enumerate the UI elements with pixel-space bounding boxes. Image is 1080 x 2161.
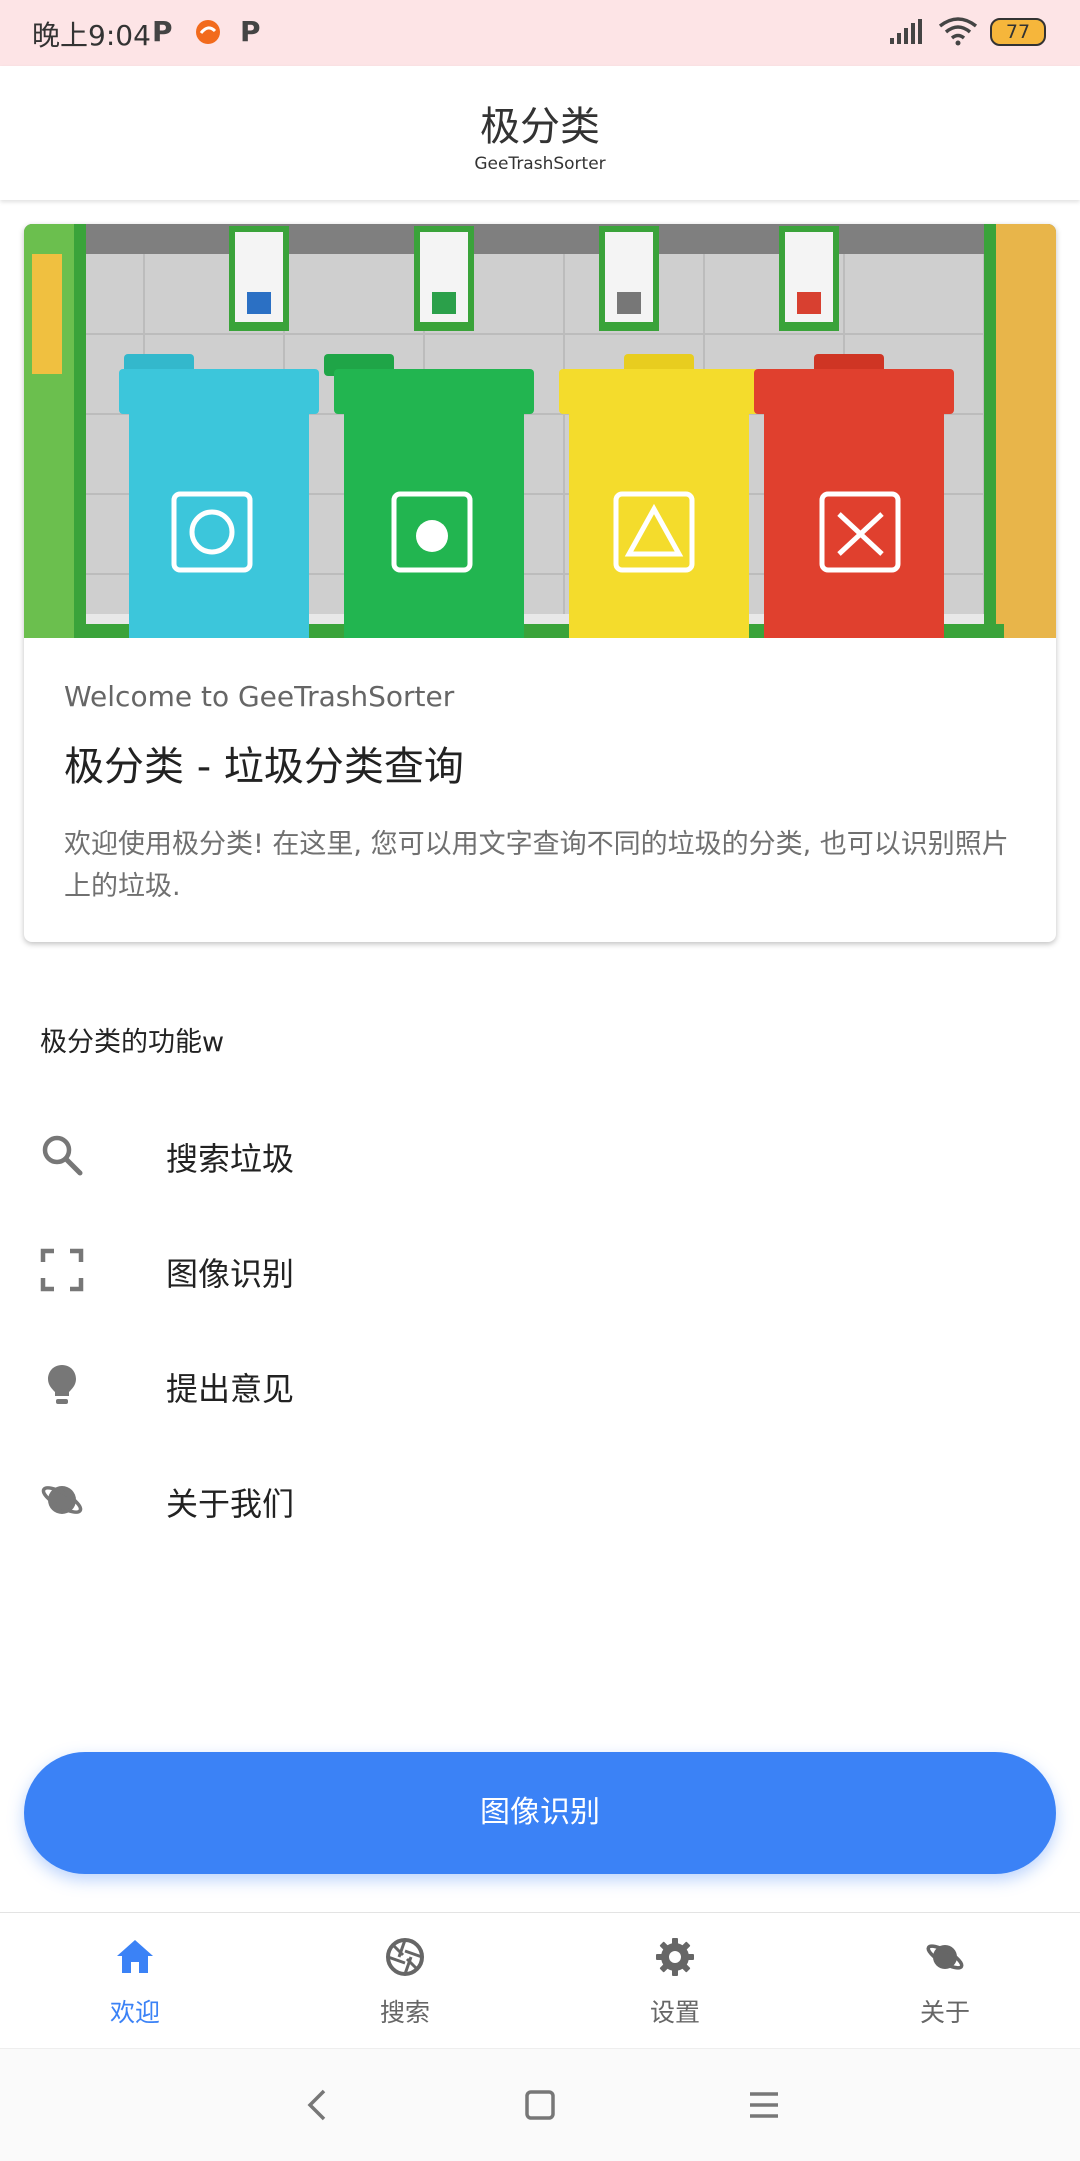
feature-about[interactable]: 关于我们 [0, 1441, 1080, 1551]
feature-label: 搜索垃圾 [166, 1140, 295, 1178]
nav-item-search[interactable]: 搜索 [270, 1913, 540, 2049]
nav-label: 欢迎 [109, 1998, 160, 2027]
feature-search[interactable]: 搜索垃圾 [0, 1096, 1080, 1206]
nav-label: 关于 [919, 1998, 970, 2027]
planet-icon [926, 1944, 964, 1970]
nav-item-welcome[interactable]: 欢迎 [0, 1913, 270, 2049]
p-notification-icon: P [240, 15, 261, 48]
feature-label: 关于我们 [166, 1485, 295, 1523]
app-bar: 极分类 GeeTrashSorter [0, 66, 1080, 200]
feature-label: 提出意见 [166, 1370, 295, 1408]
app-title: 极分类 [480, 104, 600, 150]
nav-item-about[interactable]: 关于 [810, 1913, 1080, 2049]
system-nav-bar [0, 2048, 1080, 2161]
signal-icon [890, 19, 922, 44]
planet-icon [41, 1486, 83, 1514]
card-overline: Welcome to GeeTrashSorter [64, 680, 455, 713]
trash-bins-image [24, 224, 1056, 638]
scan-icon [40, 1248, 84, 1292]
feature-label: 图像识别 [166, 1255, 295, 1293]
battery-icon: 77 [990, 18, 1046, 46]
status-bar: 晚上9:04 P P 77 [0, 0, 1080, 66]
home-icon [117, 1940, 153, 1973]
back-icon[interactable] [298, 2085, 338, 2125]
feature-feedback[interactable]: 提出意见 [0, 1326, 1080, 1436]
image-recognition-button[interactable]: 图像识别 [24, 1752, 1056, 1874]
feature-image-recognition[interactable]: 图像识别 [0, 1211, 1080, 1321]
card-title: 极分类 - 垃圾分类查询 [64, 744, 464, 790]
nav-item-settings[interactable]: 设置 [540, 1913, 810, 2049]
features-heading: 极分类的功能w [40, 1027, 225, 1058]
lightbulb-icon [48, 1365, 76, 1404]
gear-icon [656, 1938, 694, 1976]
nav-label: 搜索 [379, 1998, 430, 2027]
app-subtitle: GeeTrashSorter [474, 154, 606, 174]
status-time: 晚上9:04 [32, 19, 151, 52]
nav-label: 设置 [649, 1998, 700, 2027]
p-notification-icon: P [152, 15, 173, 48]
app-notification-icon [196, 20, 220, 44]
card-body: 欢迎使用极分类! 在这里, 您可以用文字查询不同的垃圾的分类, 也可以识别照片上… [64, 829, 1009, 902]
home-button-icon[interactable] [520, 2085, 560, 2125]
camera-shutter-icon [386, 1938, 424, 1976]
welcome-card: Welcome to GeeTrashSorter 极分类 - 垃圾分类查询 欢… [24, 224, 1056, 942]
wifi-icon [938, 17, 978, 46]
menu-icon[interactable] [744, 2085, 784, 2125]
bottom-nav: 欢迎 搜索 设置 关于 [0, 1912, 1080, 2049]
search-icon [42, 1135, 83, 1176]
